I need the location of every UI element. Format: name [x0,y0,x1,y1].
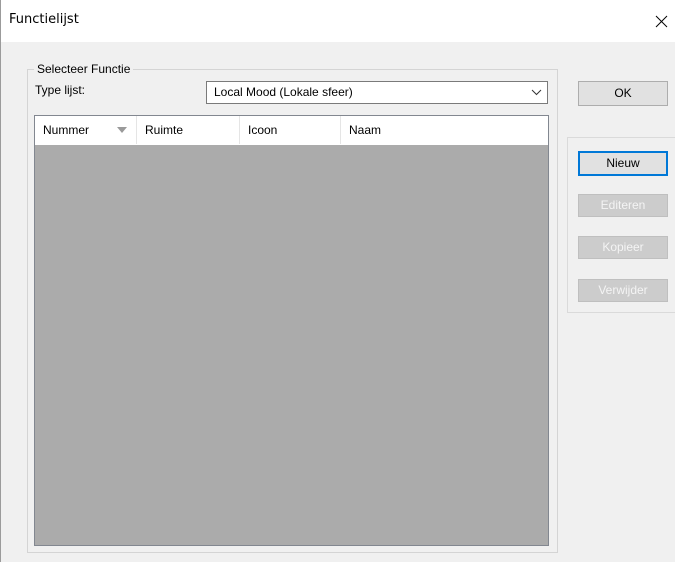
column-header-naam[interactable]: Naam [341,116,548,144]
new-button[interactable]: Nieuw [578,151,668,176]
type-list-value: Local Mood (Lokale sfeer) [214,85,353,99]
list-header: Nummer Ruimte Icoon Naam [35,116,548,145]
ok-button[interactable]: OK [578,81,668,106]
close-icon [655,15,668,28]
type-list-label: Type lijst: [35,83,86,97]
column-header-ruimte[interactable]: Ruimte [137,116,240,144]
delete-button[interactable]: Verwijder [578,279,668,302]
function-list-dialog: Functielijst Selecteer Functie Type lijs… [0,0,675,562]
edit-button[interactable]: Editeren [578,194,668,217]
function-list-view[interactable]: Nummer Ruimte Icoon Naam [34,115,549,546]
copy-button[interactable]: Kopieer [578,236,668,259]
close-button[interactable] [646,6,675,36]
group-label: Selecteer Functie [34,62,134,76]
type-list-dropdown[interactable]: Local Mood (Lokale sfeer) [206,81,548,104]
sort-desc-icon [117,127,127,133]
column-header-icoon[interactable]: Icoon [240,116,341,144]
title-bar: Functielijst [1,0,675,42]
window-title: Functielijst [9,12,79,27]
chevron-down-icon [531,89,542,96]
column-header-nummer[interactable]: Nummer [35,116,137,144]
